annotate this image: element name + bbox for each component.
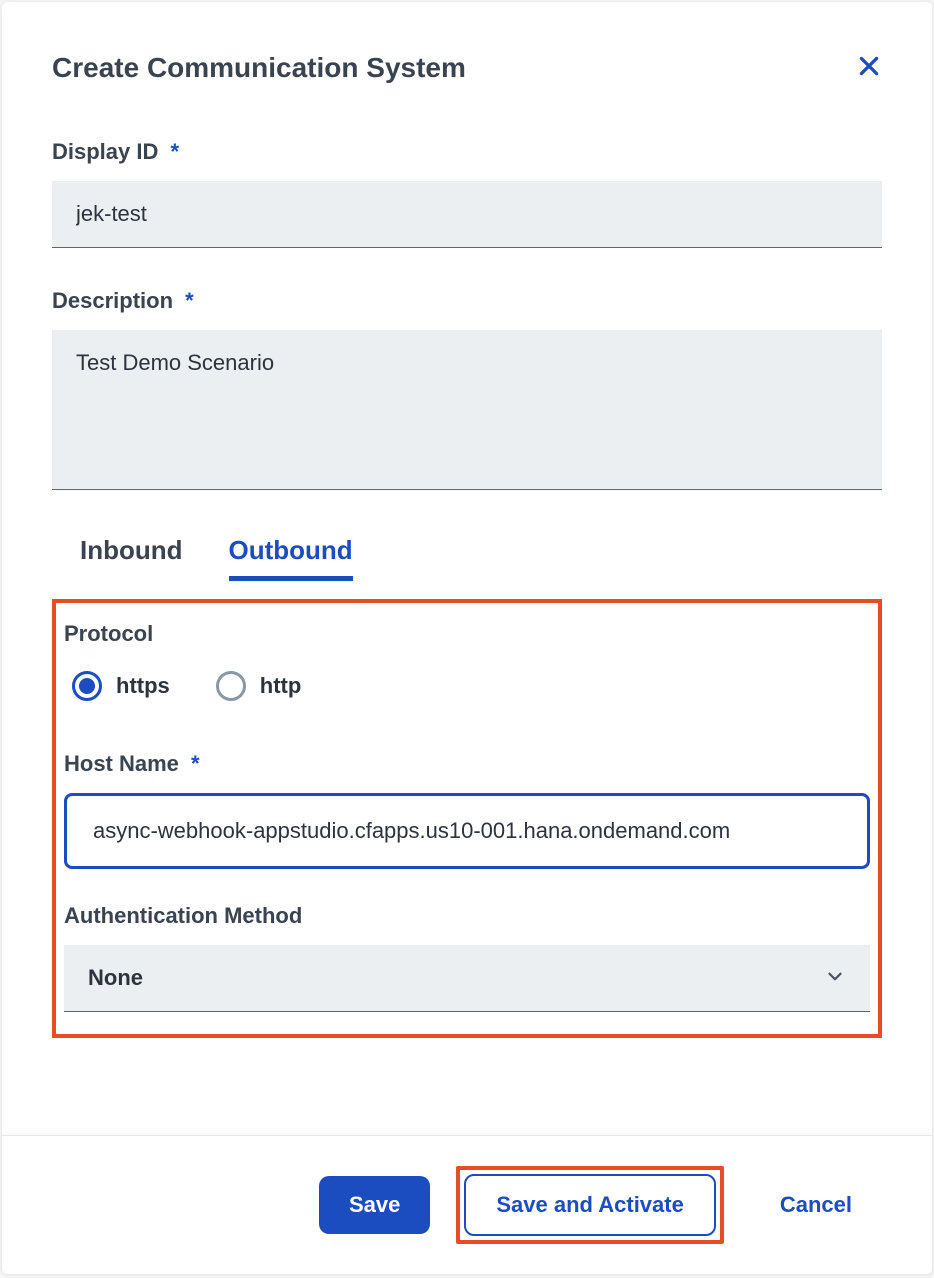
- description-field: Description *: [52, 288, 882, 495]
- description-input[interactable]: [52, 330, 882, 490]
- create-communication-system-dialog: Create Communication System Display ID *…: [2, 2, 932, 1274]
- protocol-http-label: http: [260, 673, 302, 699]
- host-name-label-text: Host Name: [64, 751, 179, 776]
- description-label: Description *: [52, 288, 882, 314]
- auth-method-select[interactable]: None: [64, 945, 870, 1012]
- radio-icon: [72, 671, 102, 701]
- host-name-label: Host Name *: [64, 751, 870, 777]
- protocol-http-radio[interactable]: http: [216, 671, 302, 701]
- dialog-title: Create Communication System: [52, 52, 466, 84]
- tab-inbound[interactable]: Inbound: [80, 535, 183, 581]
- display-id-field: Display ID *: [52, 139, 882, 248]
- protocol-https-label: https: [116, 673, 170, 699]
- save-activate-highlight: Save and Activate: [456, 1166, 724, 1244]
- dialog-header: Create Communication System: [52, 52, 882, 84]
- required-asterisk: *: [171, 139, 180, 164]
- protocol-label: Protocol: [64, 621, 870, 647]
- protocol-https-radio[interactable]: https: [72, 671, 170, 701]
- display-id-label-text: Display ID: [52, 139, 158, 164]
- close-icon: [856, 53, 882, 79]
- auth-method-value: None: [64, 945, 870, 1012]
- auth-method-field: Authentication Method None: [64, 903, 870, 1012]
- outbound-panel-highlighted: Protocol https http Host Name *: [52, 599, 882, 1038]
- host-name-input[interactable]: [64, 793, 870, 869]
- dialog-footer: Save Save and Activate Cancel: [2, 1135, 932, 1274]
- protocol-radio-group: https http: [64, 671, 870, 701]
- chevron-down-icon: [824, 965, 846, 992]
- tab-bar: Inbound Outbound: [52, 535, 882, 581]
- close-button[interactable]: [856, 53, 882, 84]
- required-asterisk: *: [185, 288, 194, 313]
- tab-outbound[interactable]: Outbound: [229, 535, 353, 581]
- dialog-body: Create Communication System Display ID *…: [2, 2, 932, 1135]
- description-label-text: Description: [52, 288, 173, 313]
- radio-icon: [216, 671, 246, 701]
- host-name-field: Host Name *: [64, 751, 870, 869]
- required-asterisk: *: [191, 751, 200, 776]
- save-and-activate-button[interactable]: Save and Activate: [464, 1174, 716, 1236]
- auth-method-label: Authentication Method: [64, 903, 870, 929]
- display-id-label: Display ID *: [52, 139, 882, 165]
- cancel-button[interactable]: Cancel: [750, 1176, 882, 1234]
- display-id-input[interactable]: [52, 181, 882, 248]
- save-button[interactable]: Save: [319, 1176, 430, 1234]
